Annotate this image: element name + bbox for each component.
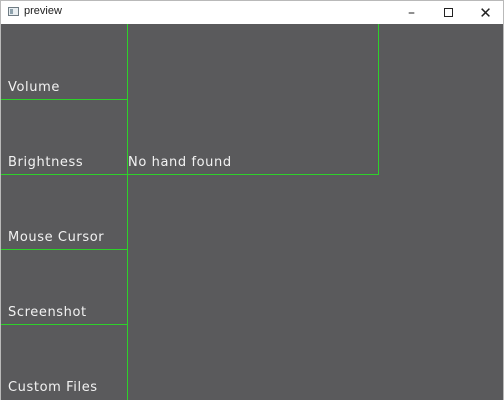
detection-zone-box xyxy=(127,24,379,175)
status-text: No hand found xyxy=(128,155,232,170)
close-button[interactable]: ✕ xyxy=(467,1,504,24)
window-title: preview xyxy=(24,5,62,17)
minimize-icon: – xyxy=(408,4,415,21)
window-app-icon xyxy=(8,7,19,16)
maximize-icon xyxy=(444,8,453,17)
minimize-button[interactable]: – xyxy=(393,1,430,24)
camera-preview: Volume Brightness Mouse Cursor Screensho… xyxy=(1,24,503,400)
title-bar[interactable]: preview – ✕ xyxy=(1,1,503,24)
close-icon: ✕ xyxy=(479,3,492,22)
menu-separator xyxy=(1,249,127,250)
menu-separator xyxy=(1,99,127,100)
preview-window: preview – ✕ Volume Brightness Mouse Curs… xyxy=(0,0,504,400)
menu-separator xyxy=(1,324,127,325)
maximize-button[interactable] xyxy=(430,1,467,24)
menu-item-brightness[interactable]: Brightness xyxy=(8,155,83,170)
menu-item-mouse-cursor[interactable]: Mouse Cursor xyxy=(8,230,104,245)
menu-item-volume[interactable]: Volume xyxy=(8,80,60,95)
menu-item-custom-files[interactable]: Custom Files xyxy=(8,380,98,395)
menu-item-screenshot[interactable]: Screenshot xyxy=(8,305,87,320)
